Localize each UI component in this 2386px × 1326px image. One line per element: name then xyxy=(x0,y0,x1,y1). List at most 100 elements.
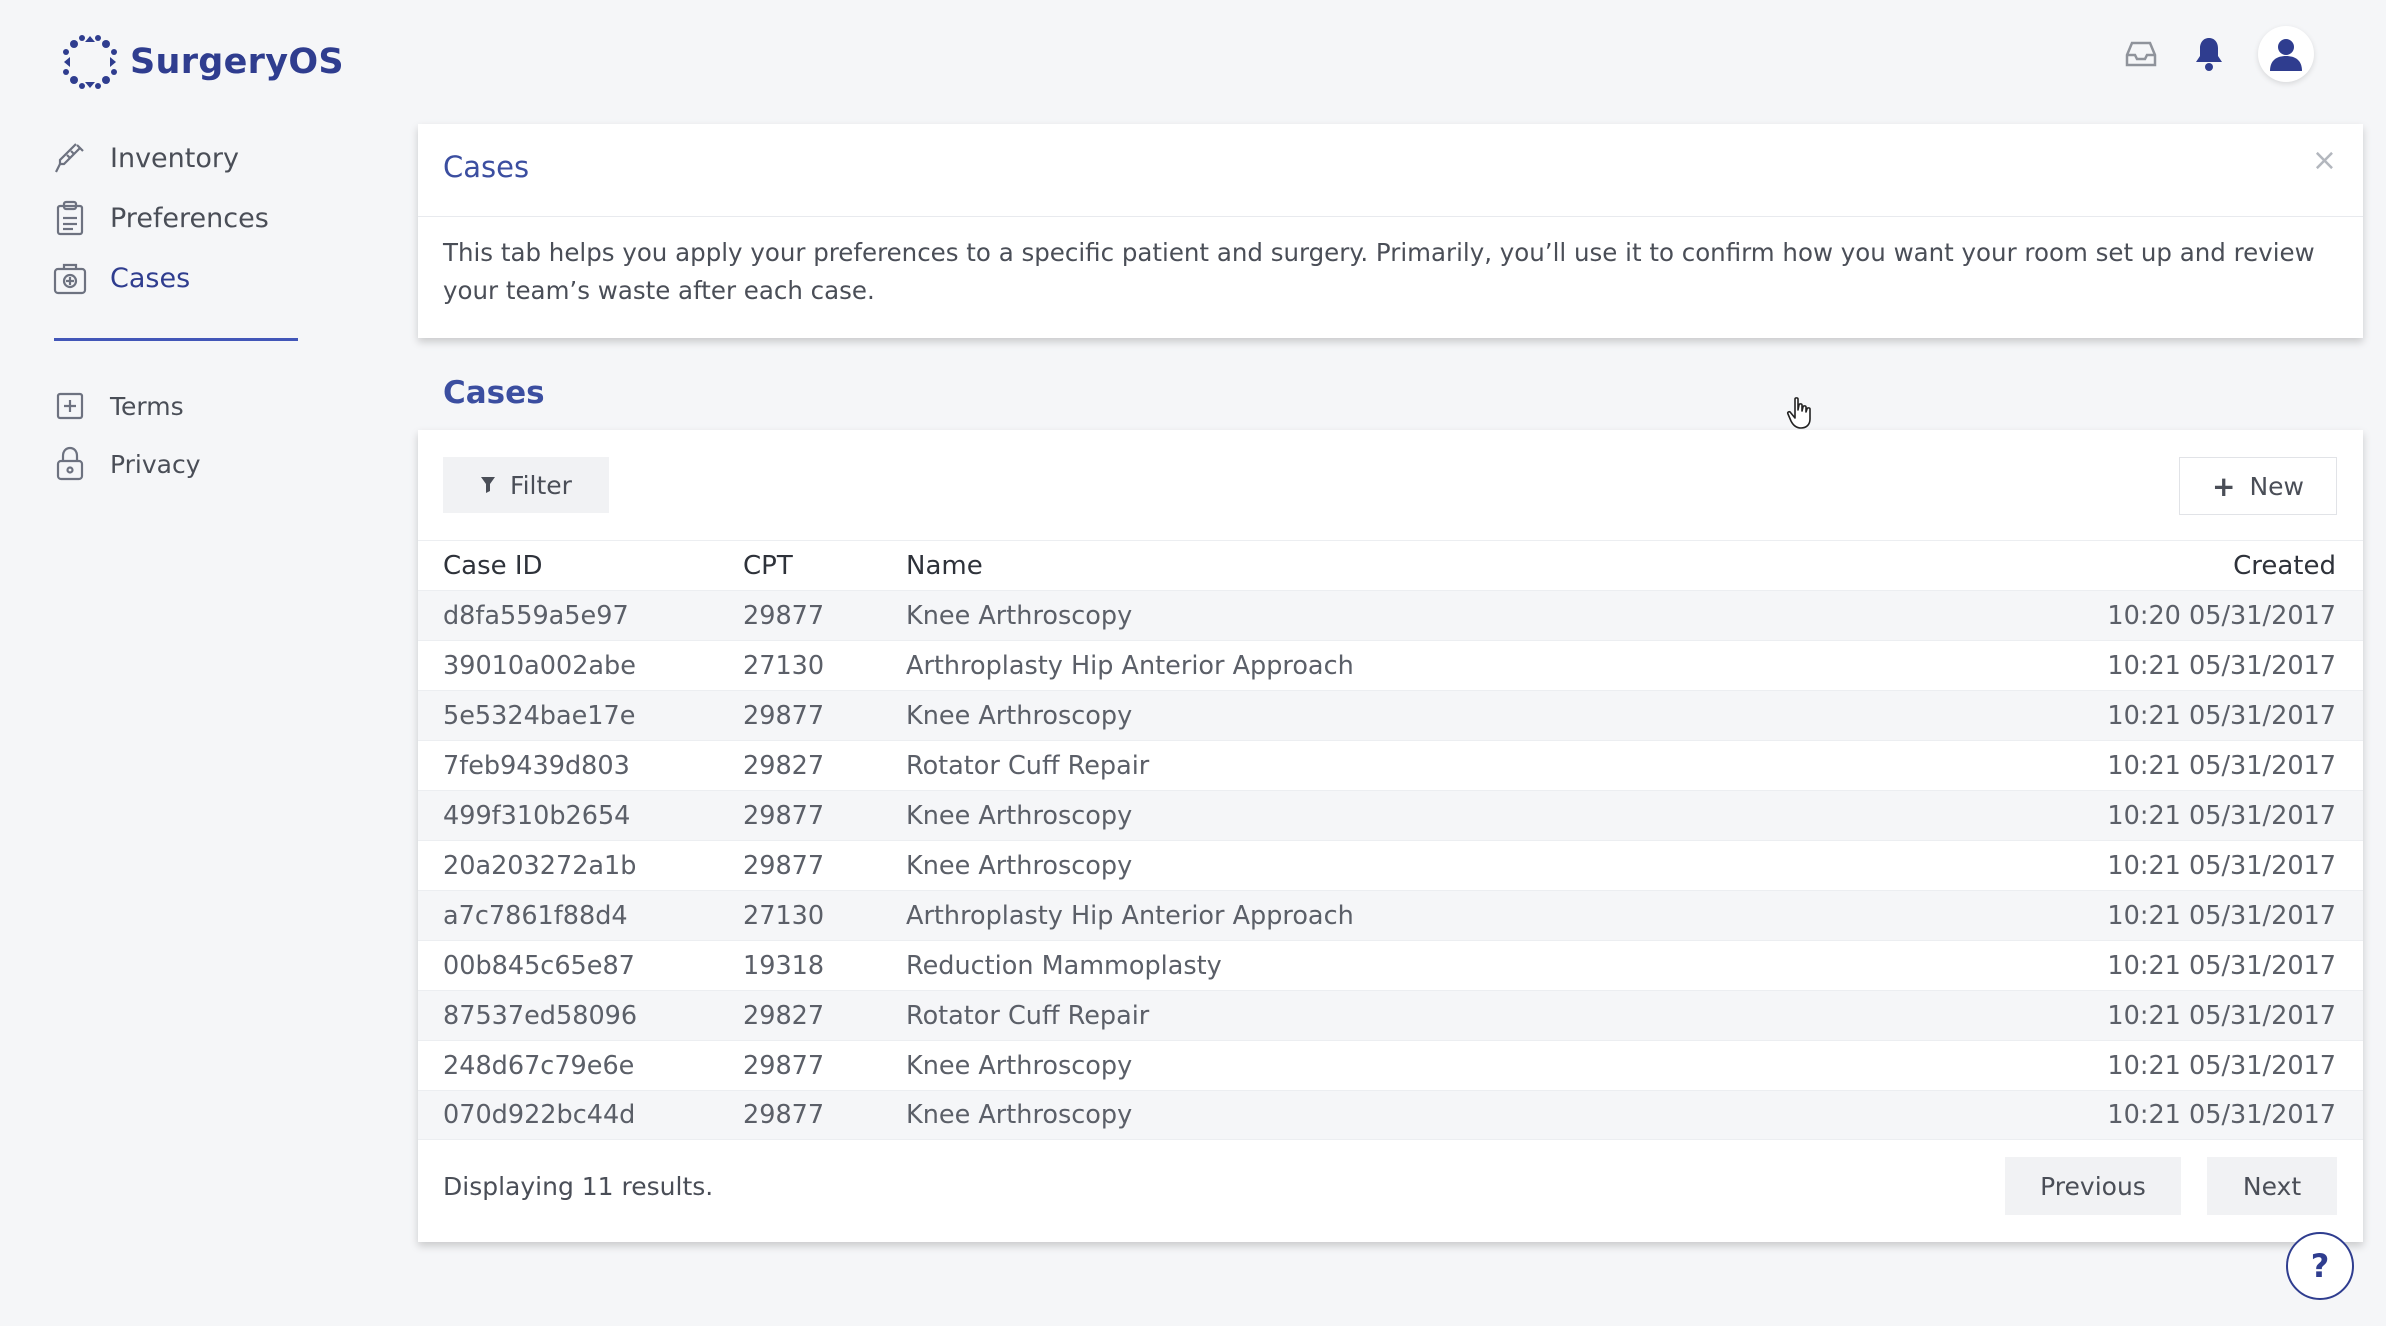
created-cell: 10:21 05/31/2017 xyxy=(2107,1000,2336,1031)
info-panel-text: This tab helps you apply your preference… xyxy=(443,238,2315,305)
info-panel-title: Cases xyxy=(443,150,530,184)
app-logo[interactable]: SurgeryOS xyxy=(58,30,344,94)
clipboard-icon xyxy=(52,200,88,236)
sidebar-item-label: Terms xyxy=(110,391,184,421)
plus-icon: + xyxy=(2212,469,2236,503)
info-panel: Cases × This tab helps you apply your pr… xyxy=(418,124,2363,338)
cpt-cell: 19318 xyxy=(743,950,825,981)
sidebar-divider xyxy=(54,338,298,341)
sidebar-item-label: Cases xyxy=(110,262,191,294)
case-id-cell: 39010a002abe xyxy=(443,650,636,681)
name-cell: Knee Arthroscopy xyxy=(906,1100,1133,1130)
name-cell: Knee Arthroscopy xyxy=(906,800,1133,831)
inbox-icon[interactable] xyxy=(2122,35,2160,73)
name-cell: Knee Arthroscopy xyxy=(906,700,1133,731)
sidebar-item-terms[interactable]: Terms xyxy=(52,377,370,435)
table-row[interactable]: 5e5324bae17e 29877 Knee Arthroscopy 10:21 0… xyxy=(418,690,2363,740)
table-header: Case ID CPT Name Created xyxy=(418,540,2363,590)
previous-page-button[interactable]: Previous xyxy=(2005,1157,2181,1215)
sidebar: Inventory Preferences Cases Terms Privac… xyxy=(50,128,370,493)
name-cell: Rotator Cuff Repair xyxy=(906,750,1150,781)
created-cell: 10:20 05/31/2017 xyxy=(2107,600,2336,631)
sidebar-item-inventory[interactable]: Inventory xyxy=(52,128,370,188)
name-cell: Rotator Cuff Repair xyxy=(906,1000,1150,1031)
cpt-cell: 29877 xyxy=(743,850,825,881)
case-id-cell: 5e5324bae17e xyxy=(443,700,636,731)
created-cell: 10:21 05/31/2017 xyxy=(2107,800,2336,831)
cpt-cell: 27130 xyxy=(743,900,825,931)
help-button[interactable]: ? xyxy=(2286,1232,2354,1300)
cpt-cell: 29877 xyxy=(743,1100,825,1130)
table-row[interactable]: 87537ed58096 29827 Rotator Cuff Repair 10:2… xyxy=(418,990,2363,1040)
cpt-cell: 29877 xyxy=(743,700,825,731)
cases-panel: Filter + New Case ID CPT Name Created d8… xyxy=(418,430,2363,1242)
filter-button-label: Filter xyxy=(510,470,572,500)
created-cell: 10:21 05/31/2017 xyxy=(2107,750,2336,781)
table-row[interactable]: 39010a002abe 27130 Arthroplasty Hip Anteri… xyxy=(418,640,2363,690)
table-row[interactable]: 248d67c79e6e 29877 Knee Arthroscopy 10:21 0… xyxy=(418,1040,2363,1090)
case-id-cell: 20a203272a1b xyxy=(443,850,637,881)
hand-cursor-icon xyxy=(1786,397,1811,429)
name-cell: Knee Arthroscopy xyxy=(906,850,1133,881)
new-case-button[interactable]: + New xyxy=(2179,457,2337,515)
table-body: d8fa559a5e97 29877 Knee Arthroscopy 10:20 0… xyxy=(418,590,2363,1140)
name-cell: Arthroplasty Hip Anterior Approach xyxy=(906,650,1354,681)
bell-icon[interactable] xyxy=(2190,35,2228,73)
app-root: SurgeryOS Inventory Preferences Cases Te… xyxy=(0,0,2386,1326)
created-cell: 10:21 05/31/2017 xyxy=(2107,650,2336,681)
created-cell: 10:21 05/31/2017 xyxy=(2107,1050,2336,1081)
sidebar-item-label: Privacy xyxy=(110,449,201,479)
table-row[interactable]: d8fa559a5e97 29877 Knee Arthroscopy 10:20 0… xyxy=(418,590,2363,640)
sidebar-item-preferences[interactable]: Preferences xyxy=(52,188,370,248)
table-row[interactable]: 00b845c65e87 19318 Reduction Mammoplasty 10… xyxy=(418,940,2363,990)
filter-button[interactable]: Filter xyxy=(443,457,609,513)
case-id-cell: 499f310b2654 xyxy=(443,800,631,831)
column-header-case-id[interactable]: Case ID xyxy=(418,551,743,581)
cpt-cell: 29877 xyxy=(743,600,825,631)
case-icon xyxy=(52,260,88,296)
user-avatar-icon[interactable] xyxy=(2258,26,2314,82)
sidebar-item-label: Inventory xyxy=(110,142,239,174)
created-cell: 10:21 05/31/2017 xyxy=(2107,950,2336,981)
cpt-cell: 29827 xyxy=(743,750,825,781)
case-id-cell: 248d67c79e6e xyxy=(443,1050,635,1081)
divider xyxy=(418,216,2363,217)
sidebar-item-label: Preferences xyxy=(110,202,269,234)
column-header-cpt[interactable]: CPT xyxy=(743,551,906,581)
created-cell: 10:21 05/31/2017 xyxy=(2107,900,2336,931)
logo-icon xyxy=(63,35,117,89)
column-header-name[interactable]: Name xyxy=(906,551,1806,581)
lock-icon xyxy=(52,446,88,482)
page-title: Cases xyxy=(443,375,545,411)
app-name: SurgeryOS xyxy=(130,42,344,82)
filter-icon xyxy=(481,477,496,493)
table-row[interactable]: a7c7861f88d4 27130 Arthroplasty Hip Anteri… xyxy=(418,890,2363,940)
table-row[interactable]: 499f310b2654 29877 Knee Arthroscopy 10:21 0… xyxy=(418,790,2363,840)
header-actions xyxy=(2122,26,2314,82)
name-cell: Arthroplasty Hip Anterior Approach xyxy=(906,900,1354,931)
table-row[interactable]: 7feb9439d803 29827 Rotator Cuff Repair 10:2… xyxy=(418,740,2363,790)
cpt-cell: 27130 xyxy=(743,650,825,681)
cases-table: Case ID CPT Name Created d8fa559a5e97 298… xyxy=(418,540,2363,1140)
results-count: Displaying 11 results. xyxy=(443,1172,714,1201)
close-icon[interactable]: × xyxy=(2312,146,2337,176)
column-header-created[interactable]: Created xyxy=(1806,551,2363,581)
document-icon xyxy=(52,388,88,424)
cpt-cell: 29827 xyxy=(743,1000,825,1031)
new-button-label: New xyxy=(2249,471,2304,501)
name-cell: Reduction Mammoplasty xyxy=(906,950,1222,981)
sidebar-item-privacy[interactable]: Privacy xyxy=(52,435,370,493)
name-cell: Knee Arthroscopy xyxy=(906,600,1133,631)
case-id-cell: a7c7861f88d4 xyxy=(443,900,628,931)
table-row[interactable]: 070d922bc44d 29877 Knee Arthroscopy 10:21 0… xyxy=(418,1090,2363,1140)
case-id-cell: d8fa559a5e97 xyxy=(443,600,629,631)
next-page-button[interactable]: Next xyxy=(2207,1157,2337,1215)
created-cell: 10:21 05/31/2017 xyxy=(2107,850,2336,881)
case-id-cell: 87537ed58096 xyxy=(443,1000,638,1031)
syringe-icon xyxy=(52,140,88,176)
created-cell: 10:21 05/31/2017 xyxy=(2107,700,2336,731)
case-id-cell: 00b845c65e87 xyxy=(443,950,635,981)
sidebar-item-cases[interactable]: Cases xyxy=(52,248,370,308)
table-row[interactable]: 20a203272a1b 29877 Knee Arthroscopy 10:21 0… xyxy=(418,840,2363,890)
cpt-cell: 29877 xyxy=(743,800,825,831)
